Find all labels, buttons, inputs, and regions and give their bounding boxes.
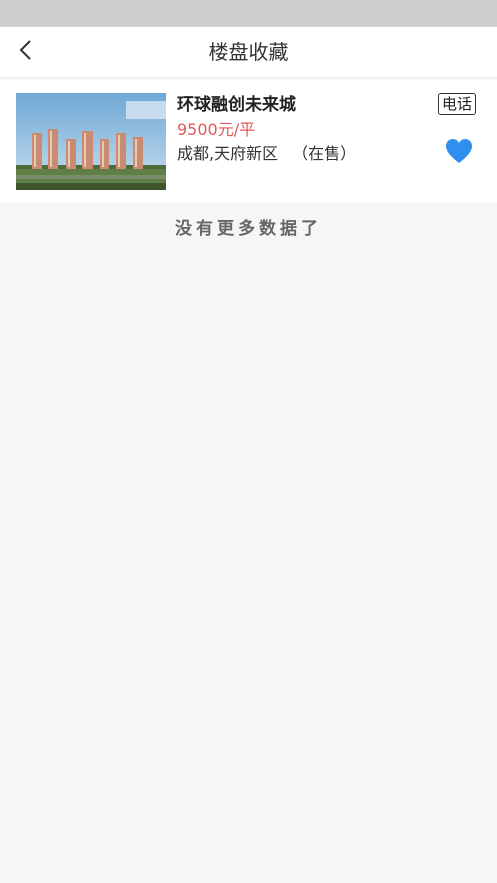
favorite-property-card[interactable]: 环球融创未来城 9500元/平 成都,天府新区 （在售） 电话 bbox=[0, 80, 497, 203]
property-thumbnail bbox=[16, 93, 166, 190]
phone-button[interactable]: 电话 bbox=[438, 93, 477, 115]
property-location-row: 成都,天府新区 （在售） bbox=[177, 140, 356, 164]
status-bar bbox=[0, 0, 497, 27]
property-name[interactable]: 环球融创未来城 bbox=[177, 90, 296, 115]
property-sale-status: （在售） bbox=[292, 144, 357, 163]
navigation-bar: 楼盘收藏 bbox=[0, 27, 497, 78]
property-location: 成都,天府新区 bbox=[177, 144, 279, 163]
heart-icon bbox=[445, 139, 473, 168]
page-title: 楼盘收藏 bbox=[208, 40, 289, 64]
property-price: 9500元/平 bbox=[177, 120, 256, 139]
favorite-toggle-button[interactable] bbox=[445, 138, 473, 164]
no-more-data-text: 没有更多数据了 bbox=[175, 219, 322, 239]
